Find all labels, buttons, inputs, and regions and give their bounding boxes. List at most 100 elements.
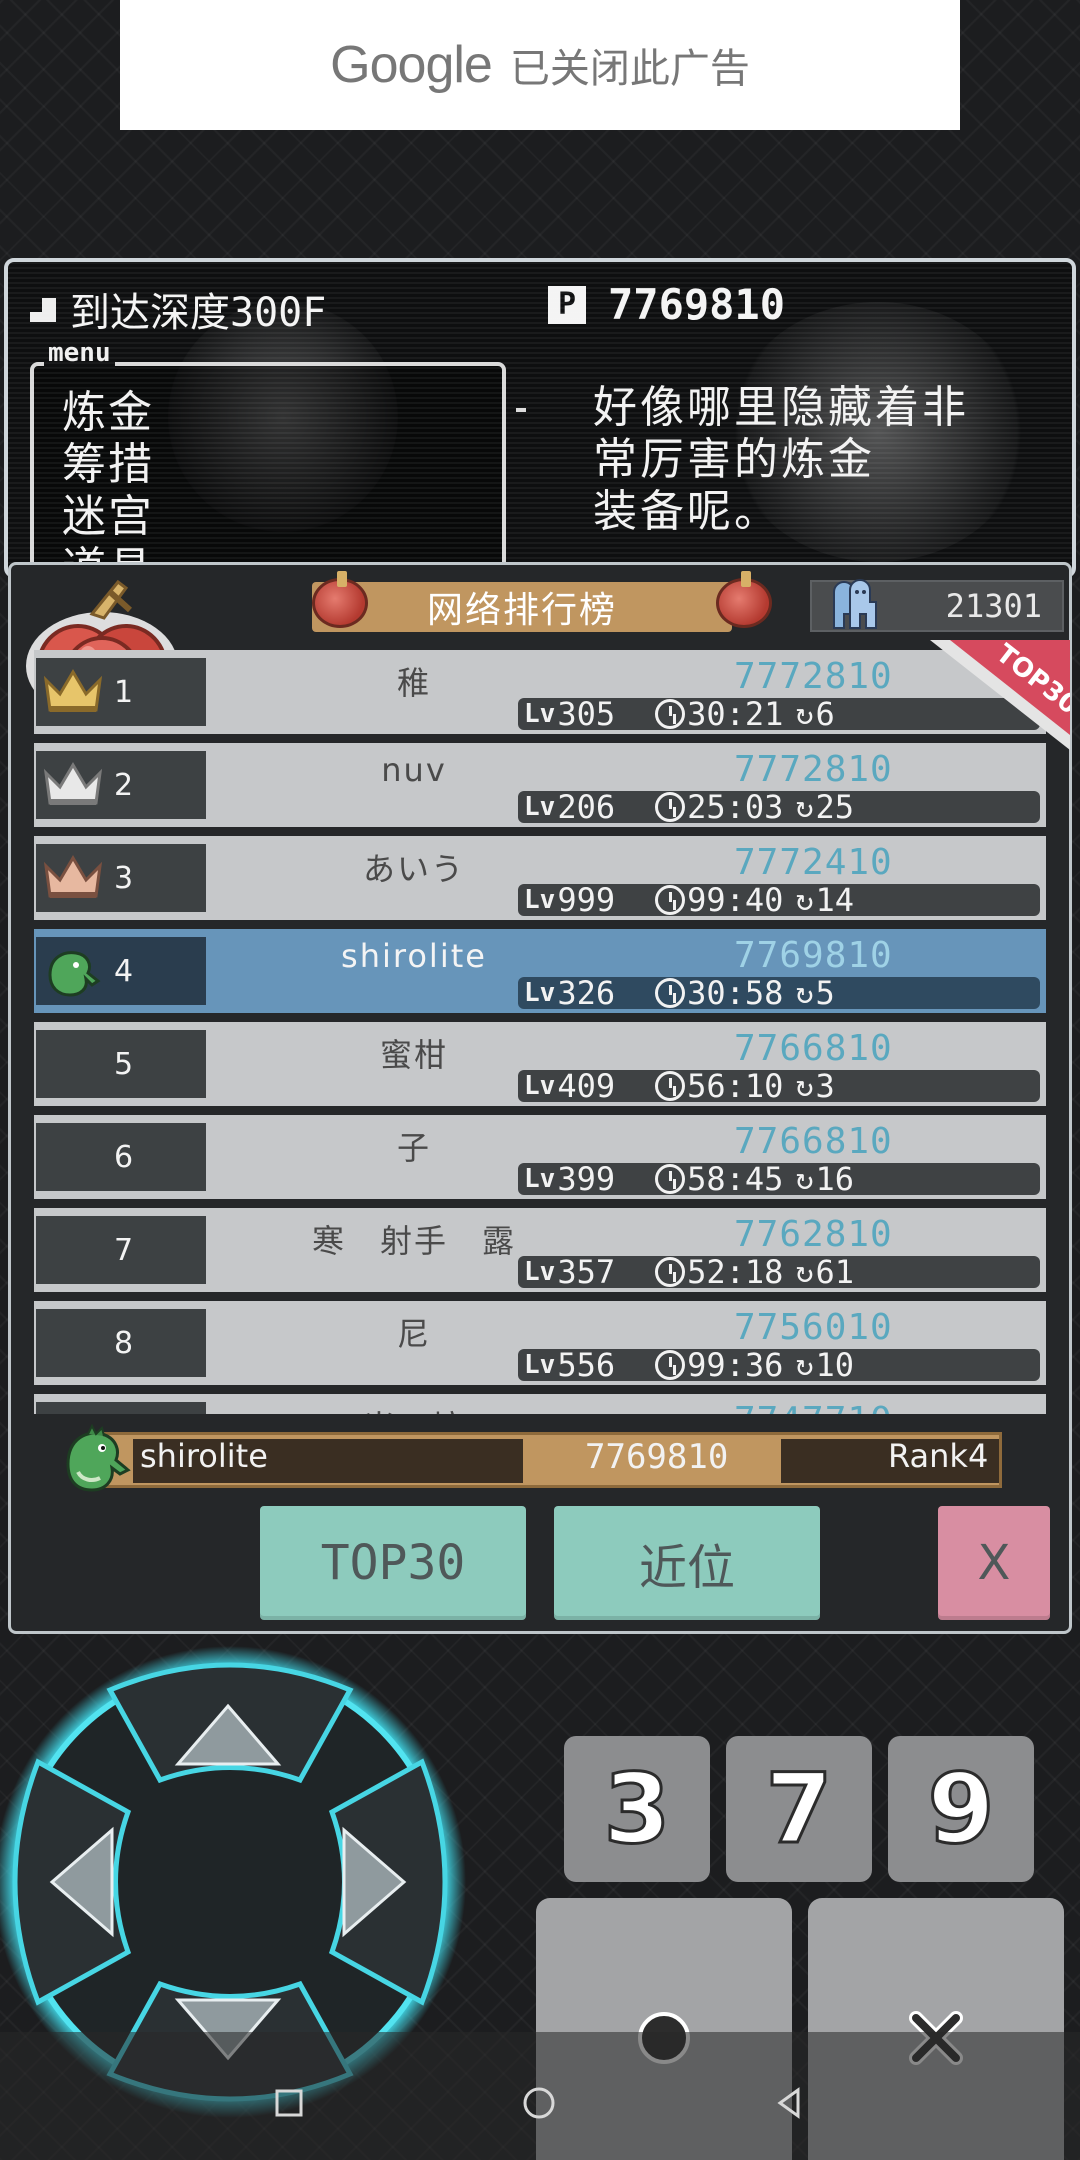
fruit-icon bbox=[312, 571, 368, 628]
player-score: 7756010 bbox=[734, 1307, 893, 1348]
clock-icon bbox=[655, 1257, 686, 1287]
dinosaur-icon bbox=[66, 1424, 131, 1492]
back-icon[interactable] bbox=[772, 2086, 806, 2120]
recents-icon[interactable] bbox=[274, 2088, 304, 2118]
cycle-count: 6 bbox=[815, 695, 835, 733]
ranking-row[interactable]: 2 nuv 7772810 Lv 206 25:03 ↻ 25 bbox=[34, 743, 1046, 827]
clock-icon bbox=[655, 1164, 686, 1194]
player-stats: Lv 326 30:58 ↻ 5 bbox=[518, 974, 1040, 1012]
bronze-crown-icon bbox=[43, 855, 103, 898]
ranking-row[interactable]: 8 尼 7756010 Lv 556 99:36 ↻ 10 bbox=[34, 1301, 1046, 1385]
level-label: Lv bbox=[524, 792, 556, 822]
player-stats: Lv 206 25:03 ↻ 25 bbox=[518, 788, 1040, 826]
dinosaur-icon bbox=[48, 951, 101, 997]
player-name: 寒 射手 露 bbox=[311, 1222, 516, 1260]
gold-crown-icon bbox=[43, 669, 103, 712]
level-label: Lv bbox=[524, 978, 556, 1008]
play-time: 25:03 bbox=[687, 788, 784, 826]
close-button[interactable]: X bbox=[938, 1506, 1050, 1620]
points-icon: P bbox=[548, 285, 586, 324]
ad-closed-text: 已关闭此广告 bbox=[509, 46, 750, 92]
ranking-row[interactable]: 1 稚 7772810 Lv 305 30:21 ↻ 6 bbox=[34, 650, 1046, 734]
points-status: P 7769810 bbox=[548, 280, 785, 329]
ranking-row[interactable]: 7 寒 射手 露 7762810 Lv 357 52:18 ↻ 61 bbox=[34, 1208, 1046, 1292]
top30-button[interactable]: TOP30 bbox=[260, 1506, 526, 1620]
home-icon[interactable] bbox=[522, 2086, 556, 2120]
clock-icon bbox=[655, 792, 686, 822]
ranking-row[interactable]: 9 米工坊 7747710 bbox=[34, 1394, 1046, 1414]
player-name: 稚 bbox=[396, 664, 431, 702]
depth-status: 到达深度300F bbox=[30, 280, 326, 338]
clock-icon bbox=[655, 1071, 686, 1101]
player-level: 357 bbox=[557, 1253, 616, 1291]
cycle-icon: ↻ bbox=[795, 1068, 814, 1104]
rank-number-box: 4 bbox=[36, 937, 206, 1005]
my-name: shirolite bbox=[140, 1437, 268, 1475]
player-score: 7769810 bbox=[734, 935, 893, 976]
player-name: 蜜柑 bbox=[379, 1036, 448, 1074]
level-label: Lv bbox=[524, 1164, 556, 1194]
game-info-frame: 到达深度300F P 7769810 menu 炼金 筹措 迷宫 道具 好像哪里… bbox=[4, 258, 1076, 578]
play-time: 56:10 bbox=[687, 1067, 784, 1105]
player-stats: Lv 409 56:10 ↻ 3 bbox=[518, 1067, 1040, 1105]
clock-icon bbox=[655, 699, 686, 729]
player-level: 206 bbox=[557, 788, 616, 826]
rank-number-box: 2 bbox=[36, 751, 206, 819]
cycle-count: 61 bbox=[815, 1253, 855, 1291]
nearby-rank-button[interactable]: 近位 bbox=[554, 1506, 820, 1620]
ranking-row[interactable]: 5 蜜柑 7766810 Lv 409 56:10 ↻ 3 bbox=[34, 1022, 1046, 1106]
rank-number-box: 3 bbox=[36, 844, 206, 912]
player-level: 556 bbox=[557, 1346, 616, 1384]
ranking-row[interactable]: 4 shirolite 7769810 Lv 326 30:58 ↻ 5 bbox=[34, 929, 1046, 1013]
key-3-button[interactable]: 3 bbox=[564, 1736, 710, 1882]
player-score: 7766810 bbox=[734, 1028, 893, 1069]
rank-number-box: 7 bbox=[36, 1216, 206, 1284]
player-name: 子 bbox=[396, 1129, 431, 1167]
level-label: Lv bbox=[524, 885, 556, 915]
key-9-button[interactable]: 9 bbox=[888, 1736, 1034, 1882]
player-count-value: 21301 bbox=[945, 587, 1042, 625]
cycle-icon: ↻ bbox=[795, 1161, 814, 1197]
player-stats: Lv 357 52:18 ↻ 61 bbox=[518, 1253, 1040, 1291]
ad-banner[interactable]: Google 已关闭此广告 bbox=[120, 0, 960, 130]
play-time: 30:58 bbox=[687, 974, 784, 1012]
ranking-row[interactable]: 3 あいう 7772410 Lv 999 99:40 ↻ 14 bbox=[34, 836, 1046, 920]
rank-number: 2 bbox=[114, 767, 134, 803]
top30-ribbon: TOP30 bbox=[930, 640, 1070, 750]
player-score: 7772810 bbox=[734, 656, 893, 697]
rank-number: 7 bbox=[114, 1232, 134, 1268]
menu-label: menu bbox=[44, 338, 115, 368]
key-7-button[interactable]: 7 bbox=[726, 1736, 872, 1882]
cycle-icon: ↻ bbox=[795, 789, 814, 825]
fruit-icon bbox=[716, 571, 772, 628]
player-stats: Lv 999 99:40 ↻ 14 bbox=[518, 881, 1040, 919]
play-time: 99:40 bbox=[687, 881, 784, 919]
player-level: 326 bbox=[557, 974, 616, 1012]
rank-number-box: 8 bbox=[36, 1309, 206, 1377]
cycle-count: 16 bbox=[815, 1160, 855, 1198]
cycle-icon: ↻ bbox=[795, 1254, 814, 1290]
stairs-icon bbox=[30, 296, 56, 322]
cycle-icon: ↻ bbox=[795, 975, 814, 1011]
cycle-count: 3 bbox=[815, 1067, 835, 1105]
cycle-icon: ↻ bbox=[795, 882, 814, 918]
play-time: 99:36 bbox=[687, 1346, 784, 1384]
rank-number: 8 bbox=[114, 1325, 134, 1361]
player-name: 尼 bbox=[396, 1315, 431, 1353]
player-score: 7762810 bbox=[734, 1214, 893, 1255]
cycle-icon: ↻ bbox=[795, 696, 814, 732]
hint-line: 装备呢。 bbox=[593, 486, 781, 537]
rank-number: 5 bbox=[114, 1046, 134, 1082]
player-score: 7766810 bbox=[734, 1121, 893, 1162]
level-label: Lv bbox=[524, 1350, 556, 1380]
system-nav-bar bbox=[0, 2032, 1080, 2160]
cycle-count: 5 bbox=[815, 974, 835, 1012]
ranking-list[interactable]: 1 稚 7772810 Lv 305 30:21 ↻ 6 2 nuv 7772810 Lv 206 25:… bbox=[34, 650, 1046, 1414]
rank-number-box: 1 bbox=[36, 658, 206, 726]
ranking-row[interactable]: 6 子 7766810 Lv 399 58:45 ↻ 16 bbox=[34, 1115, 1046, 1199]
ad-brand: Google bbox=[330, 36, 493, 94]
points-value: 7769810 bbox=[608, 280, 786, 329]
ranking-title-text: 网络排行榜 bbox=[426, 590, 617, 631]
rank-number: 6 bbox=[114, 1139, 134, 1175]
depth-text: 到达深度300F bbox=[70, 290, 327, 336]
